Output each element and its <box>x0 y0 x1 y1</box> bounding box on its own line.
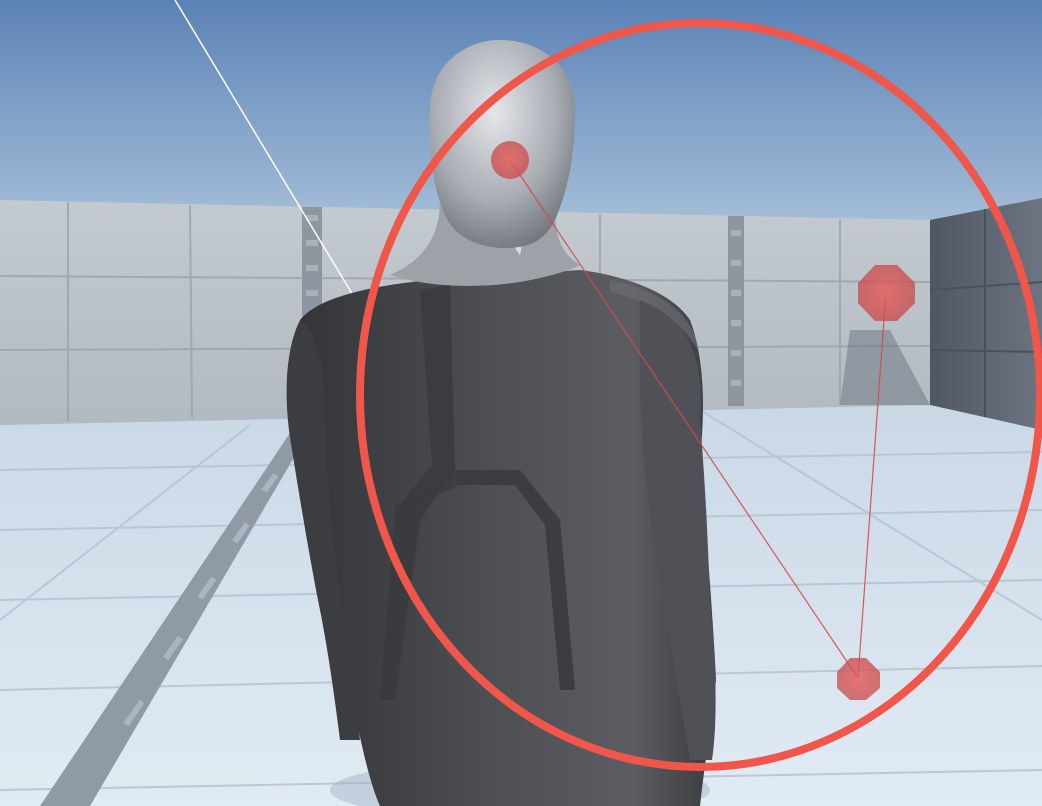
game-viewport[interactable] <box>0 0 1042 806</box>
gizmo-handle-head[interactable] <box>491 141 529 179</box>
scene-canvas[interactable] <box>0 0 1042 806</box>
